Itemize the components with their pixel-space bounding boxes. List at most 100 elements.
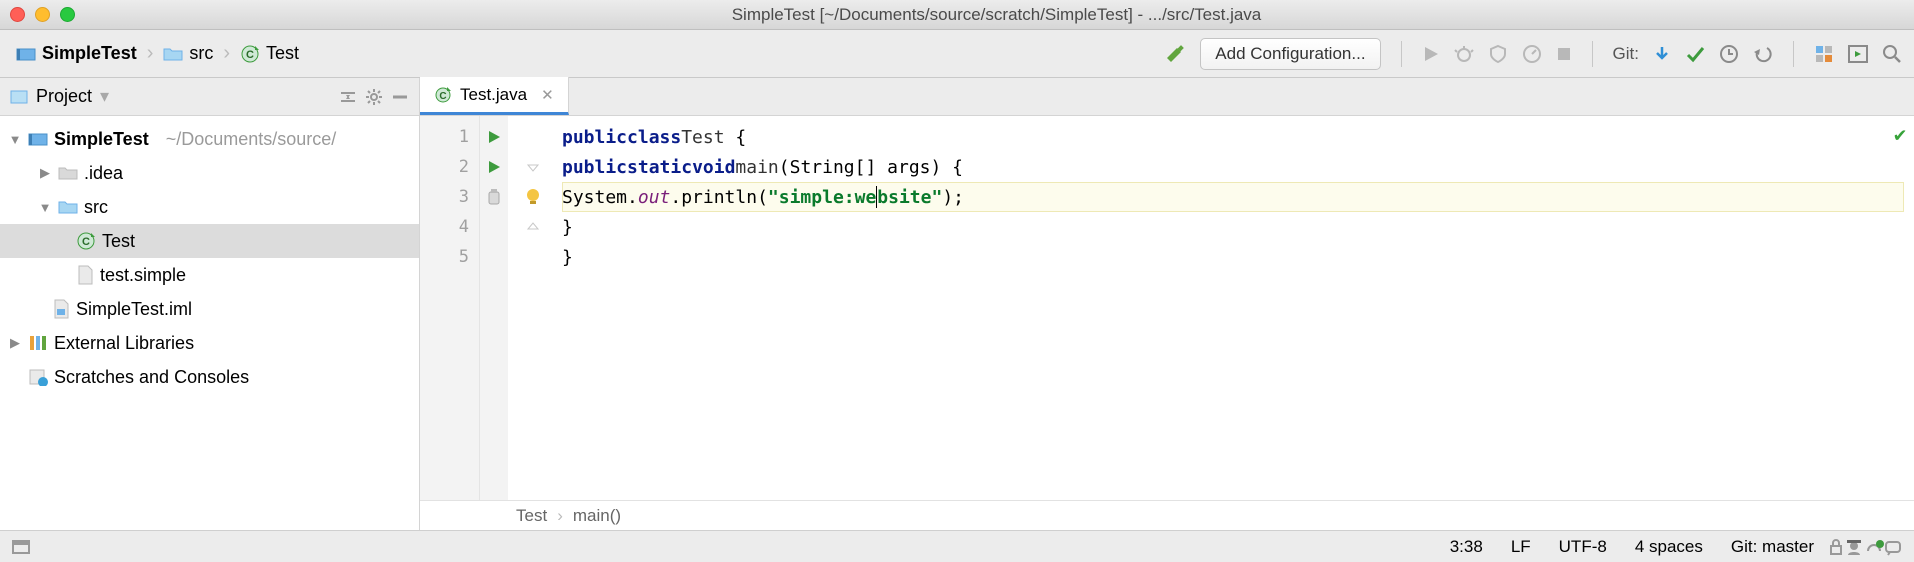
status-bar: 3:38 LF UTF-8 4 spaces Git: master (0, 530, 1914, 562)
toolbar-separator (1592, 41, 1593, 67)
run-gutter (480, 116, 508, 500)
git-label: Git: (1613, 44, 1639, 64)
window-title: SimpleTest [~/Documents/source/scratch/S… (89, 5, 1904, 25)
line-separator[interactable]: LF (1497, 537, 1545, 557)
tree-item-src[interactable]: ▼ src (0, 190, 419, 224)
scratches-icon (28, 368, 48, 386)
zoom-window-button[interactable] (60, 7, 75, 22)
breadcrumb-folder[interactable]: src (159, 41, 217, 66)
file-icon (76, 265, 94, 285)
jar-icon (486, 188, 502, 206)
search-everywhere-icon[interactable] (1882, 44, 1902, 64)
breadcrumb-separator-icon: › (145, 42, 156, 65)
profile-button[interactable] (1522, 44, 1542, 64)
git-history-icon[interactable] (1719, 44, 1739, 64)
memory-indicator-icon[interactable] (1864, 539, 1884, 555)
tree-item-iml[interactable]: SimpleTest.iml (0, 292, 419, 326)
tree-item-test-simple[interactable]: test.simple (0, 258, 419, 292)
tree-item-test-class[interactable]: C Test (0, 224, 419, 258)
class-icon: C (434, 86, 452, 104)
toolbar-separator (1793, 41, 1794, 67)
tree-project-name: SimpleTest (54, 129, 149, 150)
crumb-method[interactable]: main() (573, 506, 621, 526)
run-line-icon[interactable] (487, 160, 501, 174)
tree-external-libraries[interactable]: ▶ External Libraries (0, 326, 419, 360)
svg-text:C: C (439, 91, 446, 102)
caret-position[interactable]: 3:38 (1436, 537, 1497, 557)
line-number: 3 (459, 187, 469, 207)
run-line-icon[interactable] (487, 130, 501, 144)
line-number: 1 (459, 127, 469, 147)
fold-icon[interactable] (527, 161, 539, 173)
tree-item-label: src (84, 197, 108, 218)
module-icon (28, 131, 48, 147)
breadcrumb-file[interactable]: C Test (236, 41, 303, 66)
chevron-down-icon[interactable]: ▼ (38, 200, 52, 215)
notifications-icon[interactable] (1884, 538, 1902, 556)
tree-project-root[interactable]: ▼ SimpleTest ~/Documents/source/ (0, 122, 419, 156)
editor-tab-label: Test.java (460, 85, 527, 105)
project-tree[interactable]: ▼ SimpleTest ~/Documents/source/ ▶ .idea… (0, 116, 419, 400)
svg-text:C: C (246, 49, 254, 61)
breadcrumb-separator-icon: › (221, 42, 232, 65)
hide-button[interactable] (391, 90, 409, 104)
inspector-icon[interactable] (1844, 538, 1864, 556)
svg-text:C: C (82, 236, 90, 248)
window-controls (10, 7, 75, 22)
stop-button[interactable] (1556, 46, 1572, 62)
project-tool-title: Project (36, 86, 92, 107)
git-commit-icon[interactable] (1685, 44, 1705, 64)
intention-bulb-icon[interactable] (525, 188, 541, 206)
close-window-button[interactable] (10, 7, 25, 22)
tree-item-label: SimpleTest.iml (76, 299, 192, 320)
breadcrumb-project[interactable]: SimpleTest (12, 41, 141, 66)
lock-icon[interactable] (1828, 538, 1844, 556)
tree-item-label: Scratches and Consoles (54, 367, 249, 388)
add-configuration-button[interactable]: Add Configuration... (1200, 38, 1380, 70)
git-update-icon[interactable] (1653, 45, 1671, 63)
editor-tab[interactable]: C Test.java ✕ (420, 77, 569, 115)
inspection-ok-icon[interactable]: ✔ (1894, 122, 1906, 146)
fold-icon[interactable] (527, 221, 539, 233)
libraries-icon (28, 334, 48, 352)
chevron-down-icon[interactable]: ▼ (8, 132, 22, 147)
gear-icon[interactable] (365, 88, 383, 106)
project-structure-icon[interactable] (1814, 44, 1834, 64)
line-number-gutter: 1 2 3 4 5 (420, 116, 480, 500)
coverage-button[interactable] (1488, 44, 1508, 64)
project-view-icon (10, 90, 28, 104)
window-titlebar: SimpleTest [~/Documents/source/scratch/S… (0, 0, 1914, 30)
navigation-breadcrumbs: SimpleTest › src › C Test (12, 41, 303, 66)
build-icon[interactable] (1164, 43, 1186, 65)
crumb-class[interactable]: Test (516, 506, 547, 526)
file-encoding[interactable]: UTF-8 (1545, 537, 1621, 557)
chevron-right-icon[interactable]: ▶ (8, 335, 22, 351)
indent-setting[interactable]: 4 spaces (1621, 537, 1717, 557)
code-text[interactable]: ✔ public class Test { public static void… (558, 116, 1914, 500)
project-tool-window: Project ▾ ▼ SimpleTest ~/Documents/sourc… (0, 78, 420, 530)
close-tab-icon[interactable]: ✕ (541, 86, 554, 104)
git-branch[interactable]: Git: master (1717, 537, 1828, 557)
tree-item-idea[interactable]: ▶ .idea (0, 156, 419, 190)
class-icon: C (240, 44, 260, 64)
git-rollback-icon[interactable] (1753, 44, 1773, 64)
collapse-button[interactable] (339, 90, 357, 104)
run-button[interactable] (1422, 45, 1440, 63)
folder-icon (58, 165, 78, 181)
toolbar-actions: Add Configuration... Git: (1164, 38, 1902, 70)
tool-windows-toggle-icon[interactable] (12, 540, 30, 554)
breadcrumb-project-label: SimpleTest (42, 43, 137, 64)
tree-item-label: Test (102, 231, 135, 252)
minimize-window-button[interactable] (35, 7, 50, 22)
tree-item-label: test.simple (100, 265, 186, 286)
editor-tabs: C Test.java ✕ (420, 78, 1914, 116)
run-anything-icon[interactable] (1848, 45, 1868, 63)
code-editor[interactable]: 1 2 3 4 5 ✔ public c (420, 116, 1914, 500)
chevron-right-icon[interactable]: ▶ (38, 165, 52, 181)
module-file-icon (52, 299, 70, 319)
tree-scratches[interactable]: ▶ Scratches and Consoles (0, 360, 419, 394)
class-icon: C (76, 231, 96, 251)
debug-button[interactable] (1454, 44, 1474, 64)
intention-gutter (508, 116, 558, 500)
dropdown-icon[interactable]: ▾ (100, 86, 109, 107)
